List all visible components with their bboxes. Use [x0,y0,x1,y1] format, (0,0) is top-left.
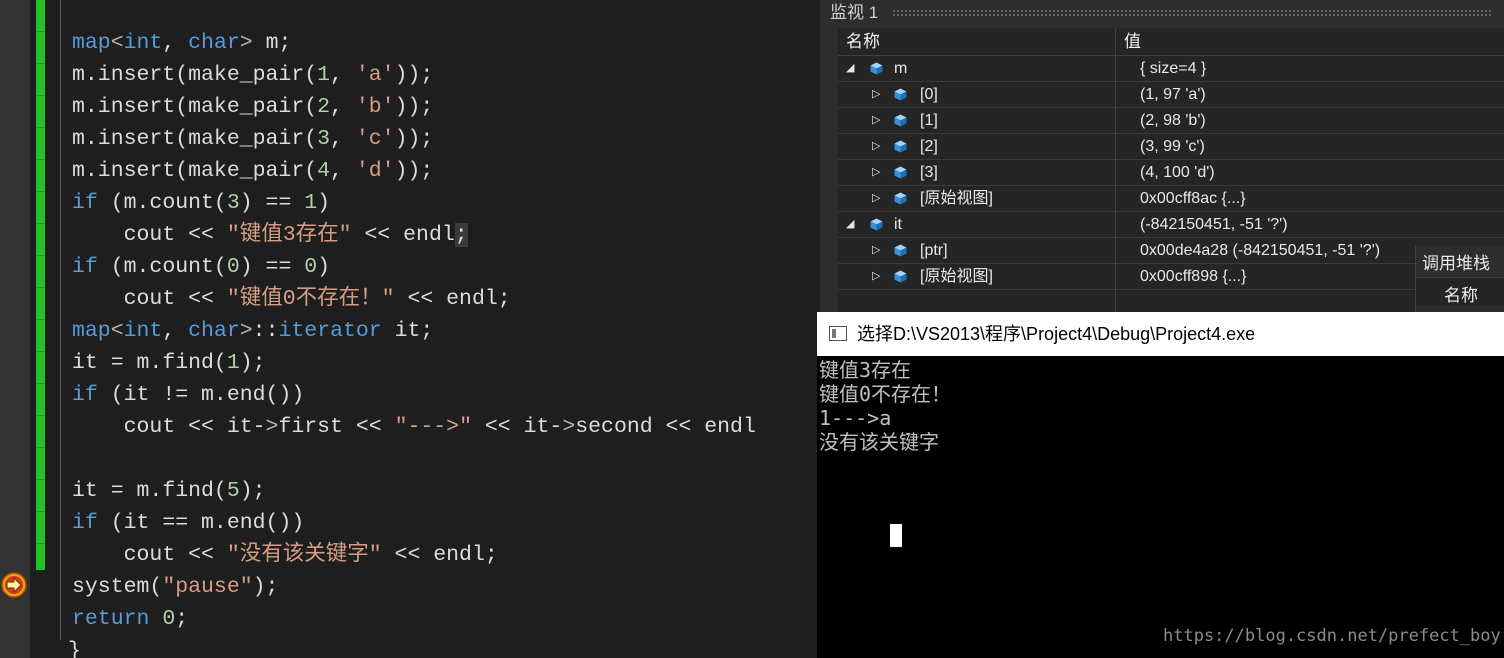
cube-icon [894,166,907,179]
code-line[interactable]: map<int, char>::iterator it; [72,315,433,347]
call-stack-panel[interactable]: 调用堆栈 名称 [1415,245,1504,315]
code-line[interactable]: cout << "键值3存在" << endl; [72,219,468,251]
console-line: 键值3存在 [819,358,912,382]
triangle-right-icon[interactable]: ▷ [872,264,880,289]
watch-row-value[interactable]: (3, 99 'c') [1134,134,1205,159]
watch-row-value[interactable]: (2, 98 'b') [1134,108,1206,133]
code-line[interactable]: m.insert(make_pair(2, 'b')); [72,91,433,123]
column-separator[interactable] [1115,28,1116,315]
triangle-right-icon[interactable]: ▷ [872,238,880,263]
triangle-down-icon[interactable]: ◢ [846,56,854,81]
watch-row-value[interactable]: 0x00cff898 {...} [1134,264,1246,289]
console-title: 选择D:\VS2013\程序\Project4\Debug\Project4.e… [857,324,1256,344]
watermark-text: https://blog.csdn.net/prefect_boy [1163,626,1501,646]
cube-icon [894,244,907,257]
execution-arrow-icon[interactable] [1,572,27,598]
watch-row-name: [0] [920,86,938,103]
call-stack-col-name: 名称 [1444,286,1478,305]
code-editor[interactable]: map<int, char> m; m.insert(make_pair(1, '… [0,0,820,658]
code-line[interactable]: system("pause"); [72,571,278,603]
cube-icon [894,114,907,127]
console-line: 没有该关键字 [819,430,939,454]
changed-lines-bar [36,0,45,570]
call-stack-column-header[interactable]: 名称 [1416,277,1504,306]
cube-icon [894,270,907,283]
code-line[interactable]: return 0; [72,603,188,635]
outline-fold-line [60,0,61,640]
watch-row-name: m [894,60,908,77]
watch-row[interactable]: ▷ [1] (2, 98 'b') [838,108,1504,134]
watch-row-name: it [894,216,902,233]
watch-row-name: [原始视图] [920,268,993,285]
watch-row[interactable]: ◢ it (-842150451, -51 '?') [838,212,1504,238]
cube-icon [894,88,907,101]
watch-row[interactable]: ▷ [ptr] 0x00de4a28 (-842150451, -51 '?') [838,238,1504,264]
code-line[interactable]: if (it != m.end()) [72,379,304,411]
console-output: 键值3存在 键值0不存在！ 1--->a 没有该关键字 [819,358,951,454]
code-line[interactable]: it = m.find(5); [72,475,266,507]
watch-window[interactable]: 监视 1 名称 值 ◢ m { size=4 } ▷ [0] (1, 97 'a') ▷ [1… [820,0,1504,315]
triangle-down-icon[interactable]: ◢ [846,212,854,237]
code-line[interactable]: m.insert(make_pair(1, 'a')); [72,59,433,91]
triangle-right-icon[interactable]: ▷ [872,108,880,133]
code-line[interactable]: m.insert(make_pair(3, 'c')); [72,123,433,155]
watch-row-name: [1] [920,112,938,129]
watch-row-name: [原始视图] [920,190,993,207]
watch-window-title[interactable]: 监视 1 [830,0,878,26]
cube-icon [894,192,907,205]
code-line[interactable]: cout << "没有该关键字" << endl; [72,539,498,571]
watch-row-value[interactable]: { size=4 } [1134,56,1206,81]
code-line[interactable]: } [68,635,81,658]
column-header-value[interactable]: 值 [1116,28,1504,56]
watch-row-name: [2] [920,138,938,155]
watch-row-value[interactable]: (1, 97 'a') [1134,82,1206,107]
console-window[interactable]: 选择D:\VS2013\程序\Project4\Debug\Project4.e… [817,312,1504,658]
console-window-icon[interactable] [829,326,847,341]
code-line[interactable]: cout << it->first << "--->" << it->secon… [72,411,756,443]
triangle-right-icon[interactable]: ▷ [872,160,880,185]
console-line: 键值0不存在！ [819,382,952,406]
triangle-right-icon[interactable]: ▷ [872,186,880,211]
triangle-right-icon[interactable]: ▷ [872,82,880,107]
watch-row[interactable]: ▷ [2] (3, 99 'c') [838,134,1504,160]
watch-row-value[interactable]: 0x00de4a28 (-842150451, -51 '?') [1134,238,1380,263]
triangle-right-icon[interactable]: ▷ [872,134,880,159]
watch-row[interactable]: ◢ m { size=4 } [838,56,1504,82]
code-line[interactable]: cout << "键值0不存在！" << endl; [72,283,511,315]
cube-icon [894,140,907,153]
cube-icon [870,62,883,75]
watch-title-grip[interactable] [892,9,1492,17]
watch-row-name: [ptr] [920,242,948,259]
watch-row[interactable]: ▷ [3] (4, 100 'd') [838,160,1504,186]
code-line[interactable]: if (m.count(3) == 1) [72,187,330,219]
code-line[interactable]: if (m.count(0) == 0) [72,251,330,283]
code-line[interactable]: map<int, char> m; [72,27,291,59]
watch-row[interactable]: ▷ [0] (1, 97 'a') [838,82,1504,108]
console-cursor [890,524,902,547]
watch-row-value[interactable]: (-842150451, -51 '?') [1134,212,1288,237]
console-line: 1--->a [819,406,892,430]
watch-grid[interactable]: 名称 值 ◢ m { size=4 } ▷ [0] (1, 97 'a') ▷ [1] (2, … [838,28,1504,315]
column-header-name[interactable]: 名称 [838,28,1116,56]
code-line[interactable]: if (it == m.end()) [72,507,304,539]
cube-icon [870,218,883,231]
watch-row[interactable]: ▷ [原始视图] 0x00cff898 {...} [838,264,1504,290]
watch-row[interactable]: ▷ [原始视图] 0x00cff8ac {...} [838,186,1504,212]
watch-row-value[interactable]: (4, 100 'd') [1134,160,1215,185]
watch-row-value[interactable]: 0x00cff8ac {...} [1134,186,1246,211]
watch-row-name: [3] [920,164,938,181]
code-line[interactable]: it = m.find(1); [72,347,266,379]
console-title-bar[interactable]: 选择D:\VS2013\程序\Project4\Debug\Project4.e… [817,312,1504,356]
indicator-margin[interactable] [0,0,30,658]
code-line[interactable]: m.insert(make_pair(4, 'd')); [72,155,433,187]
call-stack-title[interactable]: 调用堆栈 [1422,249,1490,274]
